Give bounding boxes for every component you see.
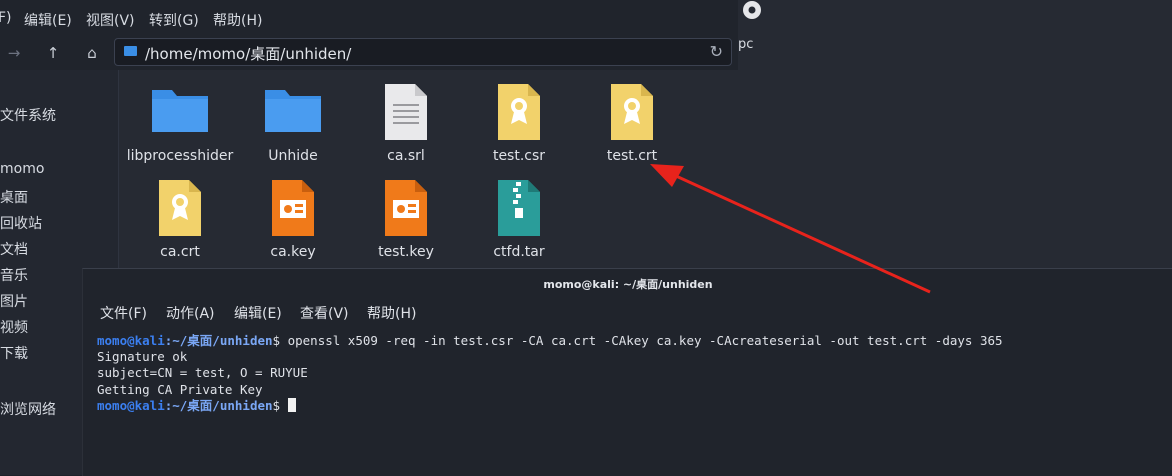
sidebar-item-home-label[interactable]: momo xyxy=(0,161,44,177)
file-name: test.crt xyxy=(606,148,658,164)
command-line: momo@kali:~/桌面/unhiden$ openssl x509 -re… xyxy=(97,333,1003,349)
prompt-symbol: $ xyxy=(272,333,281,348)
terminal-output[interactable]: momo@kali:~/桌面/unhiden$ openssl x509 -re… xyxy=(97,333,1003,414)
file-name: ctfd.tar xyxy=(493,244,545,260)
term-menu-action[interactable]: 动作(A) xyxy=(166,303,215,323)
file-name: ca.srl xyxy=(387,148,425,164)
forward-icon[interactable]: → xyxy=(3,42,25,64)
output-line: Signature ok xyxy=(97,349,188,365)
file-name: libprocesshider xyxy=(126,148,234,164)
file-name: ca.key xyxy=(270,244,316,260)
prompt-symbol: $ xyxy=(272,397,281,413)
menu-view[interactable]: 视图(V) xyxy=(86,10,135,30)
desktop-icon-label[interactable]: pc xyxy=(738,37,753,52)
certificate-icon xyxy=(498,84,540,140)
certificate-icon xyxy=(159,180,201,236)
sidebar-item-music-label[interactable]: 音乐 xyxy=(0,265,28,285)
sidebar-item-downloads-label[interactable]: 下载 xyxy=(0,343,28,363)
term-menu-help[interactable]: 帮助(H) xyxy=(367,303,416,323)
command-text: openssl x509 -req -in test.csr -CA ca.cr… xyxy=(280,333,1003,348)
prompt-line: momo@kali:~/桌面/unhiden$ xyxy=(97,397,1003,414)
file-name: ca.crt xyxy=(160,244,200,260)
text-file-icon xyxy=(385,84,427,140)
folder-icon xyxy=(265,90,321,132)
path-input[interactable]: /home/momo/桌面/unhiden/ xyxy=(145,43,351,64)
menu-bar: F) 编辑(E) 视图(V) 转到(G) 帮助(H) xyxy=(0,0,738,36)
terminal-window[interactable]: momo@kali: ~/桌面/unhiden 文件(F) 动作(A) 编辑(E… xyxy=(82,268,1172,476)
sidebar-item-documents-label[interactable]: 文档 xyxy=(0,239,28,259)
prompt-user: momo@kali xyxy=(97,397,165,413)
refresh-icon[interactable]: ↻ xyxy=(710,42,723,61)
terminal-cursor xyxy=(287,397,296,412)
sidebar-item-desktop-label[interactable]: 桌面 xyxy=(0,187,28,207)
prompt-path: :~/桌面/unhiden xyxy=(164,397,273,413)
key-file-icon xyxy=(272,180,314,236)
sidebar-item-network-label[interactable]: 浏览网络 xyxy=(0,399,56,419)
sidebar-item-videos-label[interactable]: 视频 xyxy=(0,317,28,337)
certificate-icon xyxy=(611,84,653,140)
menu-go[interactable]: 转到(G) xyxy=(149,10,199,30)
file-name: Unhide xyxy=(268,148,318,164)
file-grid: libprocesshider Unhide ca.srl test.csr t… xyxy=(119,70,738,270)
output-line: subject=CN = test, O = RUYUE xyxy=(97,365,308,381)
prompt-user: momo@kali xyxy=(97,333,165,348)
folder-icon xyxy=(124,46,137,56)
file-name: test.key xyxy=(378,244,434,260)
desktop-area xyxy=(738,0,1172,270)
output-line: Getting CA Private Key xyxy=(97,381,263,397)
key-file-icon xyxy=(385,180,427,236)
up-icon[interactable]: ↑ xyxy=(42,42,64,64)
menu-edit[interactable]: 编辑(E) xyxy=(24,10,72,30)
menu-file[interactable]: F) xyxy=(0,10,12,26)
archive-icon xyxy=(498,180,540,236)
term-menu-view[interactable]: 查看(V) xyxy=(300,303,349,323)
settings-gear-icon[interactable] xyxy=(738,0,766,26)
sidebar-item-trash-label[interactable]: 回收站 xyxy=(0,213,42,233)
menu-help[interactable]: 帮助(H) xyxy=(213,10,262,30)
sidebar-item-pictures-label[interactable]: 图片 xyxy=(0,291,28,311)
location-bar[interactable]: /home/momo/桌面/unhiden/ ↻ xyxy=(114,38,732,66)
sidebar-item-filesystem-label[interactable]: 文件系统 xyxy=(0,105,56,125)
terminal-title: momo@kali: ~/桌面/unhiden xyxy=(543,278,713,291)
folder-icon xyxy=(152,90,208,132)
home-icon[interactable]: ⌂ xyxy=(81,42,103,64)
term-menu-edit[interactable]: 编辑(E) xyxy=(234,303,282,323)
term-menu-file[interactable]: 文件(F) xyxy=(100,303,147,323)
prompt-path: :~/桌面/unhiden xyxy=(164,333,273,348)
file-name: test.csr xyxy=(492,148,546,164)
